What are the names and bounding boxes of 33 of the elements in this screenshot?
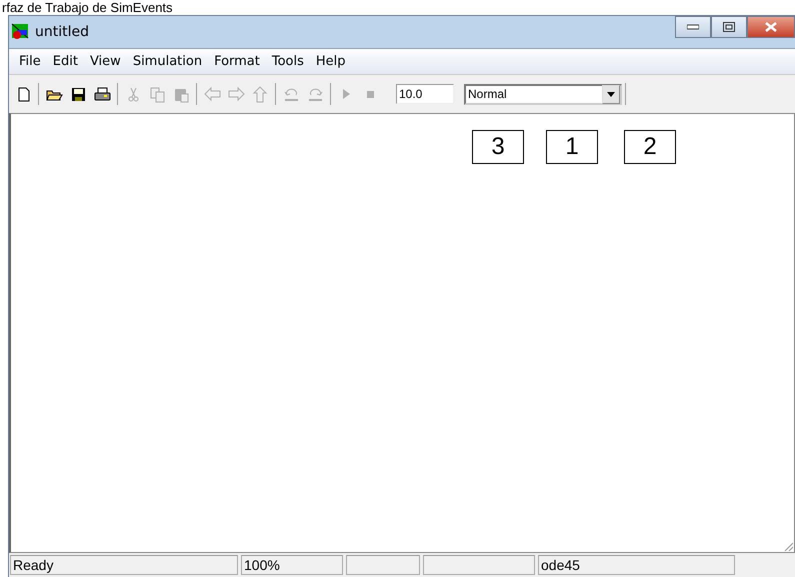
- minimize-icon: [687, 24, 699, 30]
- resize-grip-icon: [783, 541, 793, 551]
- menu-item[interactable]: View: [84, 51, 127, 72]
- maximize-button[interactable]: [711, 16, 747, 38]
- dropdown-arrow-icon: [607, 92, 615, 96]
- model-canvas[interactable]: [9, 113, 795, 553]
- menu-item[interactable]: Format: [208, 51, 266, 72]
- save-icon: [70, 86, 86, 102]
- zoom-level: 100%: [241, 555, 343, 575]
- close-icon: [765, 22, 777, 32]
- caption-text: rfaz de Trabajo de SimEvents: [2, 0, 173, 15]
- maximize-icon: [723, 22, 735, 32]
- stop-time-field[interactable]: 10.0: [396, 84, 454, 104]
- up-arrow-icon: [252, 86, 268, 102]
- app-icon: [11, 23, 29, 41]
- menu-item[interactable]: Edit: [46, 51, 84, 72]
- close-button[interactable]: [747, 16, 795, 38]
- callout-label: 1: [546, 130, 598, 164]
- left-arrow-icon: [204, 86, 220, 102]
- right-arrow-icon: [228, 86, 244, 102]
- mode-dropdown[interactable]: Normal: [464, 84, 622, 104]
- copy-icon: [148, 86, 166, 102]
- menu-item[interactable]: Simulation: [126, 51, 208, 72]
- menu-item[interactable]: Tools: [266, 51, 310, 72]
- status-message: Ready: [10, 555, 238, 575]
- menu-item[interactable]: Help: [310, 51, 352, 72]
- printer-icon: [94, 86, 110, 102]
- solver-name: ode45: [538, 555, 735, 575]
- callout-label: 3: [472, 130, 524, 164]
- menu-item[interactable]: File: [13, 51, 47, 72]
- callout-label: 2: [624, 130, 676, 164]
- minimize-button[interactable]: [675, 16, 711, 38]
- window-title: untitled: [35, 24, 90, 40]
